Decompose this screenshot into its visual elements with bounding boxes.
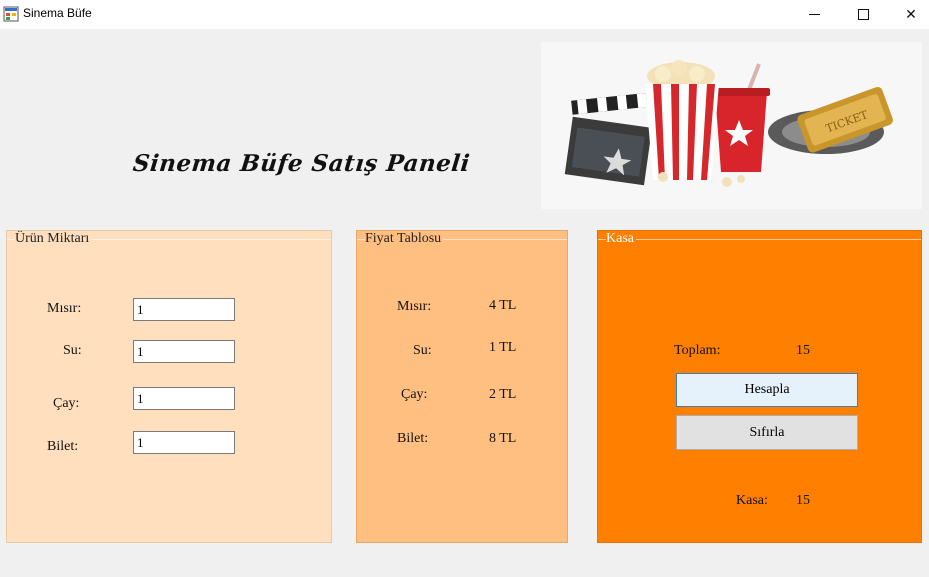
hesapla-button[interactable]: Hesapla (676, 373, 858, 407)
close-icon: ✕ (905, 6, 917, 23)
misir-qty-label: Mısır: (47, 301, 82, 316)
cay-price-label: Çay: (401, 387, 428, 402)
app-icon (3, 6, 19, 22)
urun-miktari-title: Ürün Miktarı (15, 231, 92, 247)
minimize-icon (808, 14, 820, 15)
bilet-price-value: 8 TL (489, 431, 517, 446)
fiyat-tablosu-group: Fiyat Tablosu Mısır: 4 TL Su: 1 TL Çay: … (356, 230, 568, 543)
kasa-group: Kasa Toplam: 15 Hesapla Sıfırla Kasa: 15 (597, 230, 922, 543)
sifirla-button[interactable]: Sıfırla (676, 415, 858, 450)
group-border-line (598, 239, 921, 240)
bilet-qty-input[interactable]: 1 (133, 431, 235, 454)
close-button[interactable]: ✕ (888, 0, 929, 29)
maximize-icon (857, 9, 869, 20)
kasa-value: 15 (796, 493, 810, 508)
misir-price-label: Mısır: (397, 299, 432, 314)
window-title: Sinema Büfe (23, 6, 92, 20)
cay-qty-label: Çay: (53, 396, 80, 411)
su-price-label: Su: (413, 343, 432, 358)
urun-miktari-group: Ürün Miktarı Mısır: 1 Su: 1 Çay: 1 Bilet… (6, 230, 332, 543)
fiyat-tablosu-title: Fiyat Tablosu (365, 231, 444, 247)
kasa-label: Kasa: (736, 493, 768, 508)
minimize-button[interactable] (791, 0, 837, 29)
su-price-value: 1 TL (489, 340, 517, 355)
toplam-value: 15 (796, 343, 810, 358)
page-title: Sinema Büfe Satış Paneli (131, 150, 472, 177)
bilet-price-label: Bilet: (397, 431, 429, 446)
cay-qty-input[interactable]: 1 (133, 387, 235, 410)
su-qty-label: Su: (63, 343, 82, 358)
banner-image: TICKET (541, 42, 922, 209)
cay-price-value: 2 TL (489, 387, 517, 402)
su-qty-input[interactable]: 1 (133, 340, 235, 363)
title-bar: Sinema Büfe ✕ (0, 0, 929, 29)
misir-qty-input[interactable]: 1 (133, 298, 235, 321)
maximize-button[interactable] (840, 0, 886, 29)
bilet-qty-label: Bilet: (47, 439, 79, 454)
kasa-title: Kasa (606, 231, 636, 247)
toplam-label: Toplam: (674, 343, 721, 358)
misir-price-value: 4 TL (489, 298, 517, 313)
